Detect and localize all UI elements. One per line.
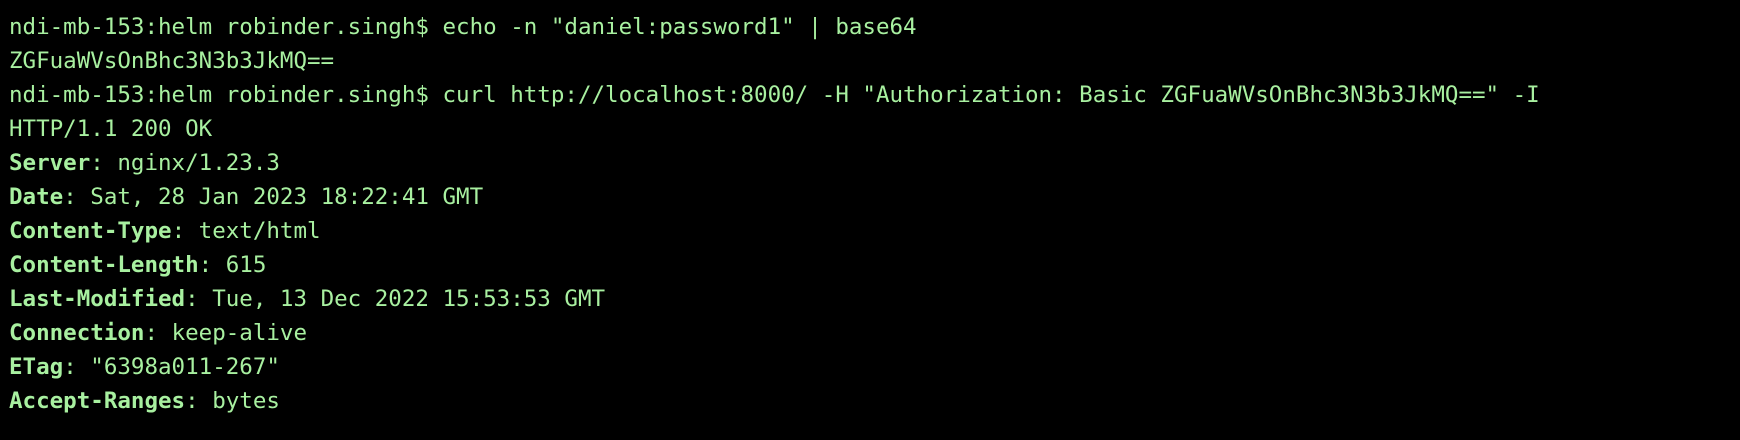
terminal-window[interactable]: ndi-mb-153:helm robinder.singh$ echo -n …: [0, 0, 1740, 440]
header-name: ETag: [9, 354, 64, 380]
command-line: ndi-mb-153:helm robinder.singh$ curl htt…: [9, 78, 1740, 112]
header-name: Accept-Ranges: [9, 388, 186, 414]
http-header-line: Connection: keep-alive: [9, 316, 1740, 350]
header-name: Content-Type: [9, 218, 172, 244]
http-header-line: Accept-Ranges: bytes: [9, 384, 1740, 418]
http-header-line: Last-Modified: Tue, 13 Dec 2022 15:53:53…: [9, 282, 1740, 316]
header-separator: :: [185, 388, 213, 414]
header-separator: :: [185, 286, 213, 312]
header-separator: :: [63, 354, 91, 380]
header-separator: :: [198, 252, 226, 278]
header-separator: :: [144, 320, 172, 346]
header-name: Last-Modified: [9, 286, 186, 312]
header-value: nginx/1.23.3: [117, 150, 280, 176]
command-line: ndi-mb-153:helm robinder.singh$ echo -n …: [9, 10, 1740, 44]
header-name: Connection: [9, 320, 145, 346]
header-name: Date: [9, 184, 64, 210]
http-header-line: Date: Sat, 28 Jan 2023 18:22:41 GMT: [9, 180, 1740, 214]
http-status-line: HTTP/1.1 200 OK: [9, 116, 213, 142]
shell-prompt: ndi-mb-153:helm robinder.singh$: [9, 82, 443, 108]
header-separator: :: [171, 218, 199, 244]
header-value: Tue, 13 Dec 2022 15:53:53 GMT: [212, 286, 606, 312]
header-name: Content-Length: [9, 252, 199, 278]
command-output: ZGFuaWVsOnBhc3N3b3JkMQ==: [9, 48, 335, 74]
header-separator: :: [63, 184, 91, 210]
header-value: Sat, 28 Jan 2023 18:22:41 GMT: [90, 184, 484, 210]
http-header-line: Content-Length: 615: [9, 248, 1740, 282]
header-value: keep-alive: [171, 320, 308, 346]
command-text: curl http://localhost:8000/ -H "Authoriz…: [442, 82, 1540, 108]
header-value: bytes: [212, 388, 280, 414]
http-header-line: Content-Type: text/html: [9, 214, 1740, 248]
header-separator: :: [90, 150, 118, 176]
shell-prompt: ndi-mb-153:helm robinder.singh$: [9, 14, 443, 40]
header-value: "6398a011-267": [90, 354, 280, 380]
header-name: Server: [9, 150, 91, 176]
header-value: text/html: [198, 218, 321, 244]
http-header-line: ETag: "6398a011-267": [9, 350, 1740, 384]
http-header-line: Server: nginx/1.23.3: [9, 146, 1740, 180]
command-text: echo -n "daniel:password1" | base64: [442, 14, 917, 40]
header-value: 615: [225, 252, 267, 278]
